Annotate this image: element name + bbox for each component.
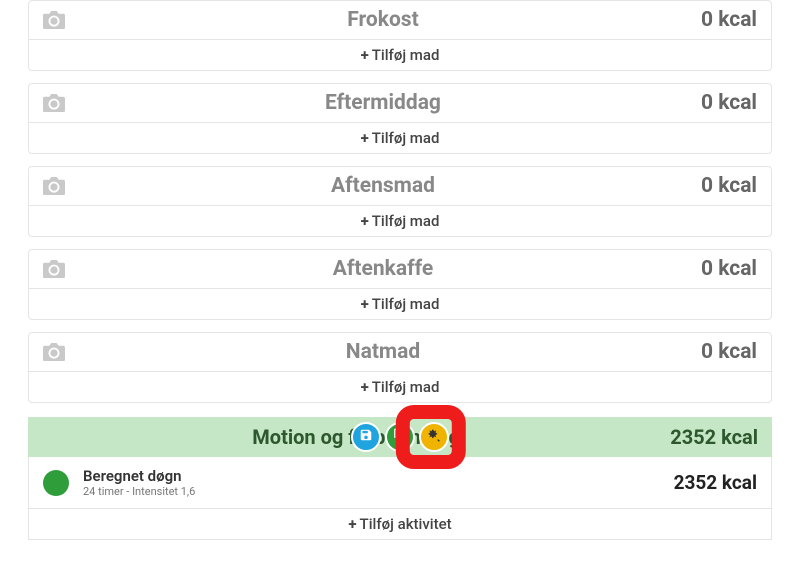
meal-kcal: 0 kcal xyxy=(701,8,757,32)
save-fab[interactable] xyxy=(351,422,381,452)
meal-kcal: 0 kcal xyxy=(701,340,757,364)
plus-icon: + xyxy=(348,515,356,533)
magic-wand-icon xyxy=(427,428,441,446)
meal-kcal: 0 kcal xyxy=(701,257,757,281)
add-food-label: Tilføj mad xyxy=(372,129,440,147)
meal-title: Frokost xyxy=(65,8,701,32)
meal-header-frokost[interactable]: Frokost 0 kcal xyxy=(29,1,771,39)
meal-kcal: 0 kcal xyxy=(701,91,757,115)
add-food-button[interactable]: +Tilføj mad xyxy=(29,288,771,319)
activity-header-kcal: 2352 kcal xyxy=(670,425,758,449)
activity-info: Beregnet døgn 24 timer - Intensitet 1,6 xyxy=(83,467,674,498)
meal-header-aftensmad[interactable]: Aftensmad 0 kcal xyxy=(29,167,771,205)
add-food-button[interactable]: +Tilføj mad xyxy=(29,39,771,70)
save-icon xyxy=(359,428,373,446)
meal-kcal: 0 kcal xyxy=(701,174,757,198)
meal-title: Natmad xyxy=(65,340,701,364)
camera-icon[interactable] xyxy=(43,343,65,361)
fab-group xyxy=(351,422,449,452)
meal-card: Aftensmad 0 kcal +Tilføj mad xyxy=(28,166,772,237)
meal-title: Eftermiddag xyxy=(65,91,701,115)
add-food-label: Tilføj mad xyxy=(372,295,440,313)
activity-item-kcal: 2352 kcal xyxy=(674,471,757,494)
meal-card: Natmad 0 kcal +Tilføj mad xyxy=(28,332,772,403)
meal-header-natmad[interactable]: Natmad 0 kcal xyxy=(29,333,771,371)
meal-title: Aftenkaffe xyxy=(65,257,701,281)
camera-icon[interactable] xyxy=(43,260,65,278)
camera-icon[interactable] xyxy=(43,94,65,112)
camera-icon[interactable] xyxy=(43,177,65,195)
activity-name: Beregnet døgn xyxy=(83,467,674,485)
add-activity-label: Tilføj aktivitet xyxy=(360,515,452,533)
plus-icon: + xyxy=(361,378,369,396)
meal-card: Eftermiddag 0 kcal +Tilføj mad xyxy=(28,83,772,154)
copy-icon xyxy=(393,428,407,446)
add-food-label: Tilføj mad xyxy=(372,46,440,64)
activity-sub: 24 timer - Intensitet 1,6 xyxy=(83,485,674,498)
meal-card: Aftenkaffe 0 kcal +Tilføj mad xyxy=(28,249,772,320)
plus-icon: + xyxy=(361,46,369,64)
add-activity-button[interactable]: +Tilføj aktivitet xyxy=(28,509,772,540)
add-food-button[interactable]: +Tilføj mad xyxy=(29,122,771,153)
activity-header[interactable]: Motion og forbrænding 2352 kcal xyxy=(28,417,772,457)
activity-color-dot xyxy=(43,470,69,496)
plus-icon: + xyxy=(361,212,369,230)
meal-header-aftenkaffe[interactable]: Aftenkaffe 0 kcal xyxy=(29,250,771,288)
add-food-label: Tilføj mad xyxy=(372,212,440,230)
meal-header-eftermiddag[interactable]: Eftermiddag 0 kcal xyxy=(29,84,771,122)
meal-card: Frokost 0 kcal +Tilføj mad xyxy=(28,0,772,71)
magic-wand-fab[interactable] xyxy=(419,422,449,452)
camera-icon[interactable] xyxy=(43,11,65,29)
meal-title: Aftensmad xyxy=(65,174,701,198)
add-food-button[interactable]: +Tilføj mad xyxy=(29,371,771,402)
plus-icon: + xyxy=(361,129,369,147)
activity-section: Motion og forbrænding 2352 kcal xyxy=(28,417,772,540)
add-food-label: Tilføj mad xyxy=(372,378,440,396)
activity-item[interactable]: Beregnet døgn 24 timer - Intensitet 1,6 … xyxy=(28,457,772,509)
add-food-button[interactable]: +Tilføj mad xyxy=(29,205,771,236)
plus-icon: + xyxy=(361,295,369,313)
copy-fab[interactable] xyxy=(385,422,415,452)
